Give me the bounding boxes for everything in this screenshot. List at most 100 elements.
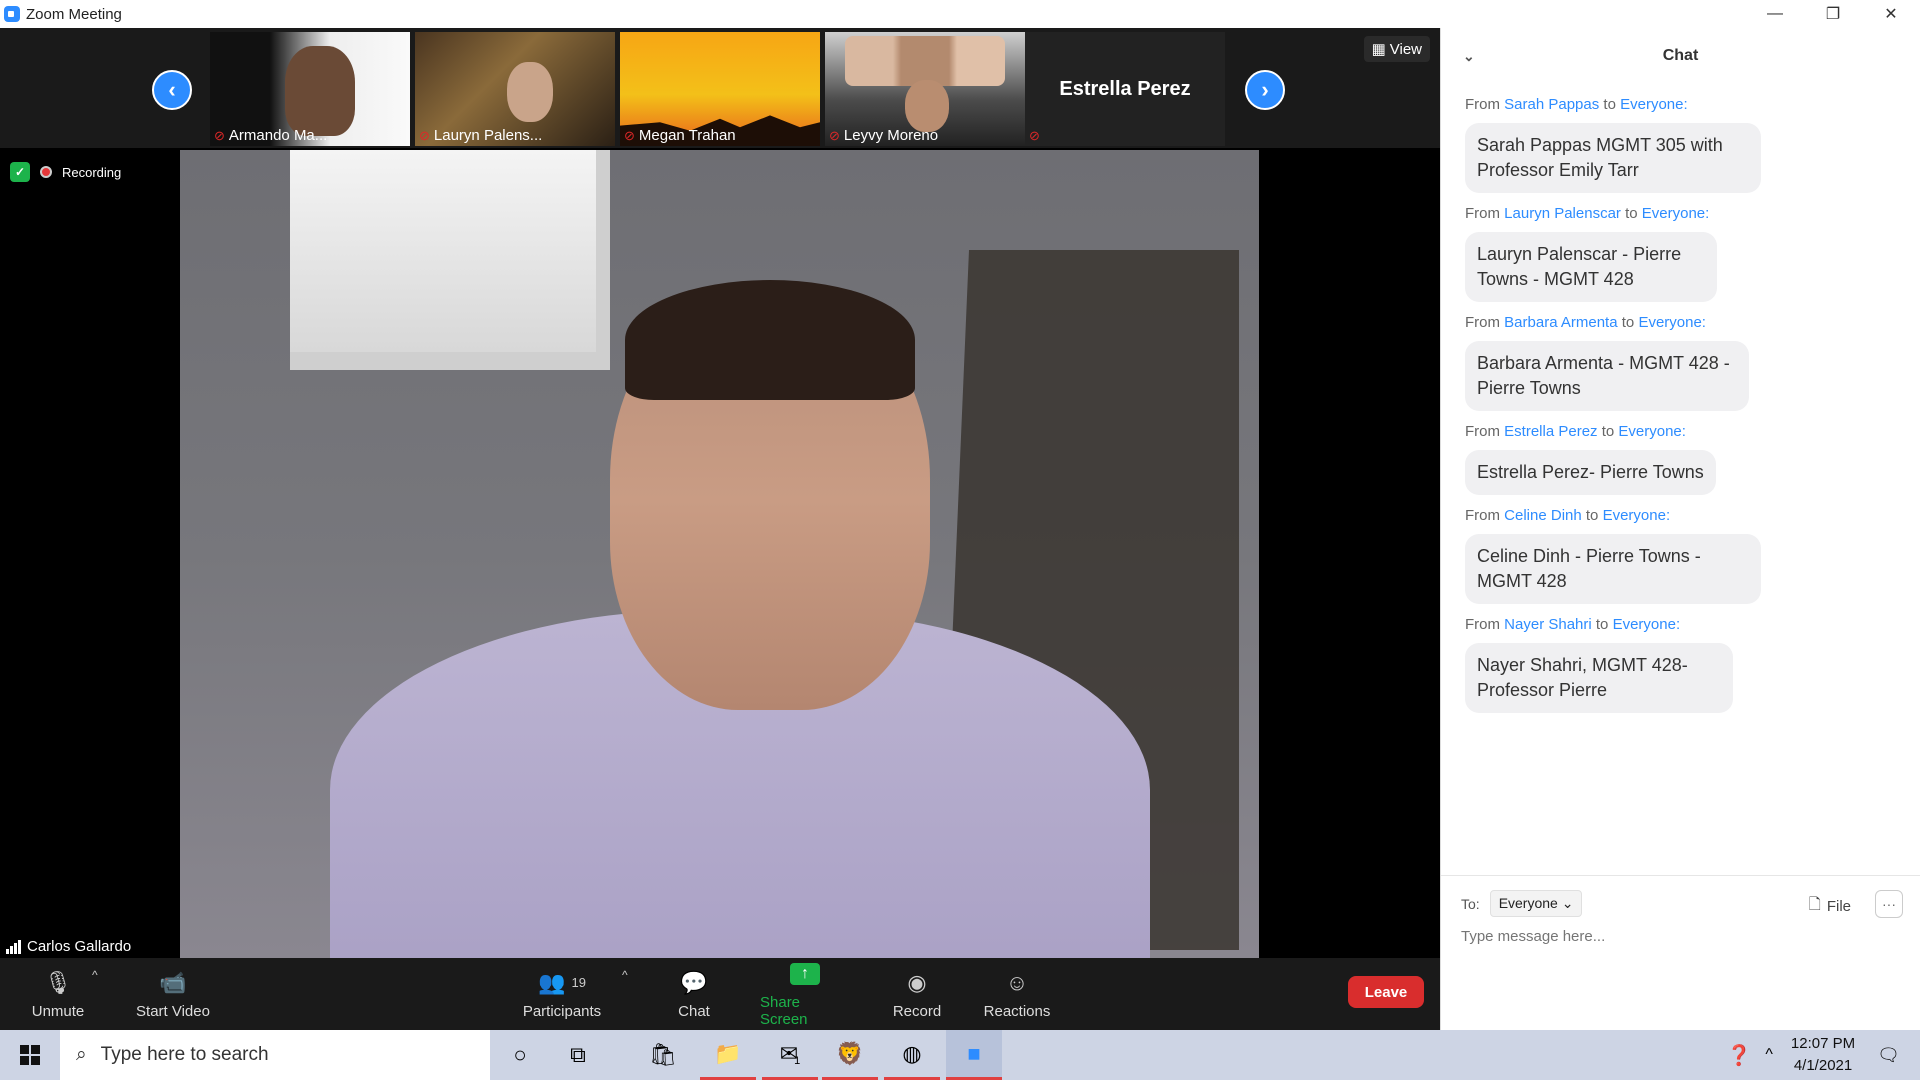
recording-dot-icon <box>40 166 52 178</box>
recipient-name[interactable]: Everyone: <box>1642 205 1710 222</box>
from-word: From <box>1465 616 1500 633</box>
show-hidden-icons-chevron-icon[interactable]: ^ <box>1765 1046 1773 1064</box>
next-page-button[interactable]: › <box>1245 70 1285 110</box>
participants-options-caret[interactable]: ^ <box>622 968 628 982</box>
windows-taskbar: ⌕ Type here to search ○ ⧉ 🛍 📁 ✉ 1 🦁 ◍ ■ ❓… <box>0 1030 1920 1080</box>
chat-message-list: From Sarah Pappas to Everyone: Sarah Papp… <box>1441 96 1920 713</box>
leave-button[interactable]: Leave <box>1348 976 1424 1008</box>
participant-thumbnail[interactable]: ⊘ Megan Trahan <box>620 32 820 146</box>
security-shield-icon[interactable]: ✓ <box>10 162 30 182</box>
participants-count: 19 <box>571 975 586 990</box>
minimize-button[interactable]: — <box>1746 0 1804 28</box>
participant-thumbnail[interactable]: Estrella Perez ⊘ <box>1025 32 1225 146</box>
active-speaker-video <box>180 150 1259 958</box>
taskbar-chrome[interactable]: ◍ <box>884 1030 940 1080</box>
chat-message-meta: From Celine Dinh to Everyone: <box>1465 507 1896 524</box>
from-word: From <box>1465 423 1500 440</box>
to-word: to <box>1621 314 1635 331</box>
close-button[interactable]: ✕ <box>1862 0 1920 28</box>
to-word: to <box>1585 507 1599 524</box>
record-button[interactable]: ◉ Record <box>890 958 944 1030</box>
chat-message-meta: From Estrella Perez to Everyone: <box>1465 423 1896 440</box>
recipient-name[interactable]: Everyone: <box>1638 314 1706 331</box>
microphone-muted-icon: 🎙 <box>44 969 72 995</box>
folder-icon: 📁 <box>714 1040 742 1066</box>
recipient-row: To: Everyone ⌄ <box>1461 890 1583 917</box>
help-icon[interactable]: ❓ <box>1727 1043 1752 1068</box>
sender-name[interactable]: Nayer Shahri <box>1504 616 1592 633</box>
sender-name[interactable]: Estrella Perez <box>1504 423 1597 440</box>
brave-browser-icon: 🦁 <box>836 1040 864 1066</box>
reactions-button[interactable]: ☺ Reactions <box>982 958 1052 1030</box>
meeting-area: ‹ ⊘ Armando Ma... ⊘ Lauryn Palens... ⊘ Mega… <box>0 28 1440 1030</box>
chat-button[interactable]: 💬 Chat <box>672 958 716 1030</box>
chat-message: From Sarah Pappas to Everyone: Sarah Papp… <box>1465 96 1896 193</box>
restore-button[interactable]: ❐ <box>1804 0 1862 28</box>
file-icon: 🗋 <box>1808 896 1821 913</box>
chat-panel: ⌄ Chat From Sarah Pappas to Everyone: Sar… <box>1440 28 1920 1030</box>
to-word: to <box>1601 423 1615 440</box>
recording-label: Recording <box>62 164 122 180</box>
clock-date: 4/1/2021 <box>1793 1057 1853 1074</box>
speaker-hair <box>625 280 915 400</box>
task-view-icon: ⧉ <box>570 1042 586 1067</box>
mic-muted-icon: ⊘ <box>829 127 840 143</box>
audio-options-caret[interactable]: ^ <box>92 968 98 982</box>
recipient-name[interactable]: Everyone: <box>1618 423 1686 440</box>
taskbar-zoom[interactable]: ■ <box>946 1030 1002 1080</box>
to-label: To: <box>1461 895 1480 912</box>
message-input[interactable] <box>1461 928 1891 945</box>
recipient-select[interactable]: Everyone ⌄ <box>1489 890 1583 917</box>
video-off-icon: 📹 <box>159 969 187 995</box>
from-word: From <box>1465 96 1500 113</box>
task-view-button[interactable]: ⧉ <box>550 1030 606 1080</box>
chat-message: From Celine Dinh to Everyone: Celine Dinh… <box>1465 507 1896 604</box>
view-button[interactable]: ▦ View <box>1363 36 1430 62</box>
taskbar-mail[interactable]: ✉ 1 <box>762 1030 818 1080</box>
participant-thumbnail[interactable]: ⊘ Leyvy Moreno <box>825 32 1025 146</box>
taskbar-store[interactable]: 🛍 <box>635 1030 691 1080</box>
participants-button[interactable]: 👥 19 Participants <box>520 958 604 1030</box>
unmute-button[interactable]: 🎙 Unmute <box>30 958 86 1030</box>
file-button[interactable]: 🗋 File <box>1809 894 1851 919</box>
share-screen-button[interactable]: ↑ Share Screen <box>760 958 850 1030</box>
taskbar-file-explorer[interactable]: 📁 <box>700 1030 756 1080</box>
chat-message: From Barbara Armenta to Everyone: Barbara… <box>1465 314 1896 411</box>
from-word: From <box>1465 314 1500 331</box>
ellipsis-icon: ··· <box>1882 896 1896 912</box>
chat-message: From Nayer Shahri to Everyone: Nayer Shah… <box>1465 616 1896 713</box>
chevron-down-icon: ⌄ <box>1561 895 1574 911</box>
sender-name[interactable]: Barbara Armenta <box>1504 314 1617 331</box>
participant-thumbnail[interactable]: ⊘ Armando Ma... <box>210 32 410 146</box>
from-word: From <box>1465 507 1500 524</box>
taskbar-brave[interactable]: 🦁 <box>822 1030 878 1080</box>
start-button[interactable] <box>0 1030 60 1080</box>
taskbar-clock[interactable]: 12:07 PM 4/1/2021 <box>1791 1033 1855 1077</box>
participant-thumbnail[interactable]: ⊘ Lauryn Palens... <box>415 32 615 146</box>
participants-icon: 👥 19 <box>538 969 586 995</box>
previous-page-button[interactable]: ‹ <box>152 70 192 110</box>
more-options-button[interactable]: ··· <box>1875 890 1903 918</box>
mic-muted-icon: ⊘ <box>1029 128 1040 143</box>
recipient-name[interactable]: Everyone: <box>1613 616 1681 633</box>
notifications-icon[interactable]: 🗨 <box>1877 1045 1900 1066</box>
recipient-name[interactable]: Everyone: <box>1620 96 1688 113</box>
start-video-button[interactable]: 📹 Start Video <box>133 958 213 1030</box>
participant-video <box>905 80 949 132</box>
mail-badge: 1 <box>794 1054 801 1067</box>
search-icon: ⌕ <box>76 1044 87 1065</box>
sender-name[interactable]: Sarah Pappas <box>1504 96 1599 113</box>
participant-name-label: ⊘ Armando Ma... <box>214 127 328 144</box>
recipient-name[interactable]: Everyone: <box>1603 507 1671 524</box>
sender-name[interactable]: Lauryn Palenscar <box>1504 205 1621 222</box>
chat-message-meta: From Lauryn Palenscar to Everyone: <box>1465 205 1896 222</box>
sender-name[interactable]: Celine Dinh <box>1504 507 1582 524</box>
grid-icon: ▦ <box>1371 41 1386 58</box>
mic-muted-icon: ⊘ <box>624 127 635 143</box>
participant-video <box>507 62 553 122</box>
cortana-button[interactable]: ○ <box>492 1030 548 1080</box>
chevron-down-icon[interactable]: ⌄ <box>1463 48 1475 65</box>
chrome-icon: ◍ <box>902 1040 922 1066</box>
taskbar-search-box[interactable]: ⌕ Type here to search <box>60 1030 490 1080</box>
emoji-icon: ☺ <box>1005 969 1029 995</box>
